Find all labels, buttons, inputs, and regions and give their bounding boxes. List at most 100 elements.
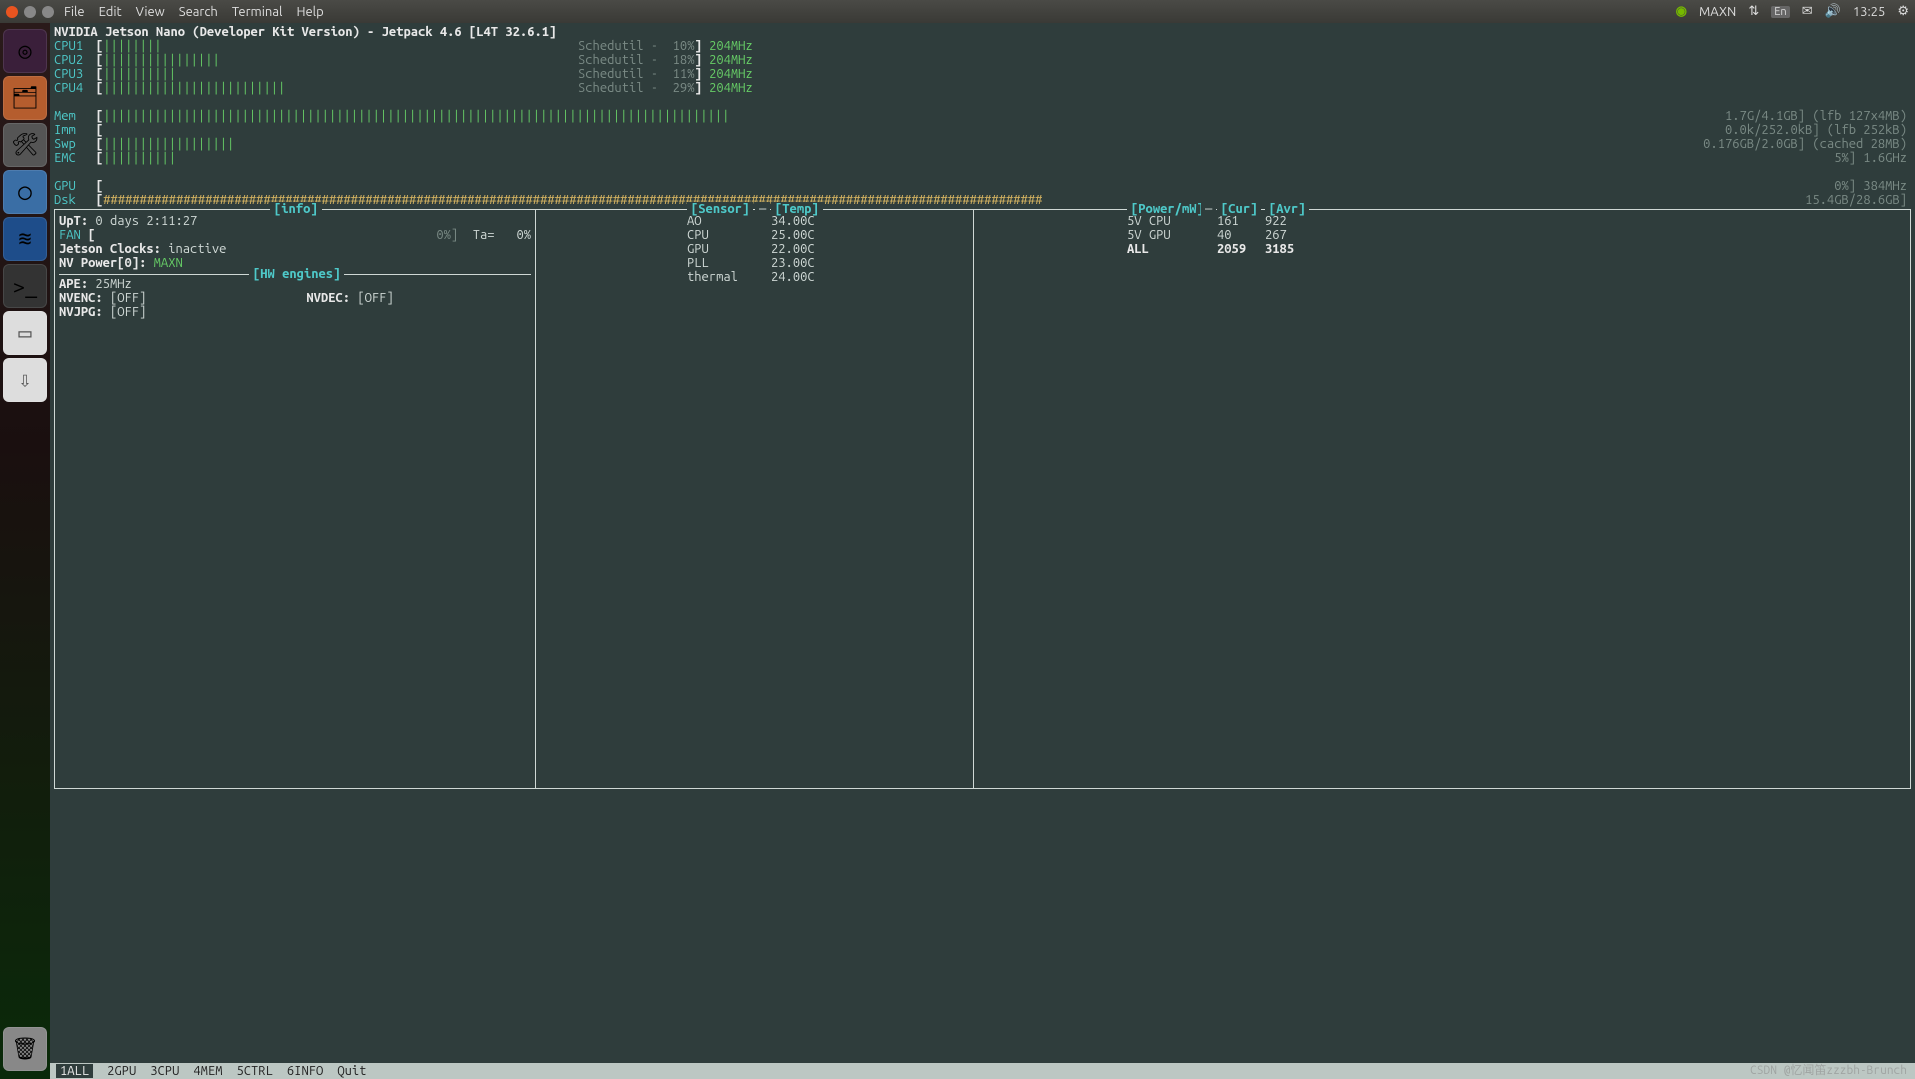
cpu-gov: Schedutil [578, 39, 644, 53]
swp-label: Swp [54, 137, 96, 151]
launcher: ◎ 🗂 🛠 ◯ ≋ >_ ▭ ⇩ 🗑 [0, 23, 50, 1079]
cpu-gov: Schedutil [578, 53, 644, 67]
ape-label: APE: [59, 277, 88, 291]
hw-engines-divider: [HW engines] [59, 274, 531, 275]
sensor-name: PLL [687, 256, 771, 270]
power-mode-indicator[interactable]: MAXN [1699, 5, 1736, 19]
cpu-gov: Schedutil [578, 81, 644, 95]
sensor-temp: 34.00C [771, 214, 815, 228]
menu-edit[interactable]: Edit [99, 5, 122, 19]
uptime-value: 0 days 2:11:27 [95, 214, 197, 228]
status-bar: 1ALL 2GPU 3CPU 4MEM 5CTRL 6INFO Quit CSD… [50, 1063, 1915, 1079]
nvdec-value: [OFF] [357, 291, 393, 305]
fan-label: FAN [59, 228, 81, 242]
uptime-label: UpT: [59, 214, 88, 228]
minimize-icon[interactable] [24, 6, 36, 18]
launcher-usb-icon[interactable]: ⇩ [3, 358, 47, 402]
cpu-freq: 204MHz [709, 81, 753, 95]
power-name: 5V CPU [1127, 214, 1217, 228]
network-icon[interactable]: ⇅ [1748, 4, 1759, 19]
ape-value: 25MHz [95, 277, 131, 291]
cpu-pct: 10% [673, 39, 695, 53]
dsk-label: Dsk [54, 193, 96, 207]
nvidia-icon[interactable]: ◉ [1676, 4, 1687, 19]
cpu-label: CPU4 [54, 81, 96, 95]
sensor-name: GPU [687, 242, 771, 256]
cpu-bar: |||||||||| [103, 67, 176, 81]
volume-icon[interactable]: 🔊 [1825, 4, 1841, 19]
power-pane: 5V CPU1619225V GPU40267ALL20593185 [1127, 214, 1294, 256]
pane-divider-1 [535, 209, 536, 789]
power-cur: 161 [1217, 214, 1265, 228]
sensor-name: thermal [687, 270, 771, 284]
panes-frame: [info] [Sensor] — [Temp] [Power/mW] — [C… [54, 209, 1911, 789]
gear-icon[interactable]: ⚙ [1897, 4, 1909, 19]
swp-right: 0.176GB/2.0GB] (cached 28MB) [1703, 137, 1907, 151]
power-cur: 40 [1217, 228, 1265, 242]
sensor-temp: 22.00C [771, 242, 815, 256]
power-name: 5V GPU [1127, 228, 1217, 242]
launcher-settings-icon[interactable]: 🛠 [3, 123, 47, 167]
jetson-clocks-label: Jetson Clocks: [59, 242, 161, 256]
nvjpg-label: NVJPG: [59, 305, 103, 319]
tab-info[interactable]: 6INFO [287, 1064, 323, 1078]
launcher-disk-icon[interactable]: ▭ [3, 311, 47, 355]
cpu-pct: 18% [673, 53, 695, 67]
tab-all[interactable]: 1ALL [56, 1064, 93, 1078]
imm-right: 0.0k/252.0kB] (lfb 252kB) [1725, 123, 1907, 137]
terminal[interactable]: NVIDIA Jetson Nano (Developer Kit Versio… [50, 23, 1915, 1079]
tab-ctrl[interactable]: 5CTRL [237, 1064, 273, 1078]
mem-bar: ||||||||||||||||||||||||||||||||||||||||… [103, 109, 729, 123]
menu-terminal[interactable]: Terminal [232, 5, 283, 19]
power-avr: 3185 [1265, 242, 1294, 256]
jtop-title: NVIDIA Jetson Nano (Developer Kit Versio… [54, 25, 1911, 39]
ta-label: Ta= [473, 228, 495, 242]
cpu-bar: ||||||||||||||||||||||||| [103, 81, 285, 95]
menu-help[interactable]: Help [296, 5, 323, 19]
pane-divider-2 [973, 209, 974, 789]
launcher-chromium-icon[interactable]: ◯ [3, 170, 47, 214]
launcher-dash-icon[interactable]: ◎ [3, 29, 47, 73]
maximize-icon[interactable] [42, 6, 54, 18]
fan-pct: 0%] [436, 228, 458, 242]
tab-gpu[interactable]: 2GPU [107, 1064, 136, 1078]
hw-engines-label: [HW engines] [249, 267, 344, 281]
emc-right: 5%] 1.6GHz [1834, 151, 1907, 165]
nvenc-value: [OFF] [110, 291, 146, 305]
power-name: ALL [1127, 242, 1217, 256]
tab-quit[interactable]: Quit [337, 1064, 366, 1078]
launcher-terminal-icon[interactable]: >_ [3, 264, 47, 308]
cpu-label: CPU3 [54, 67, 96, 81]
close-icon[interactable] [6, 6, 18, 18]
cpu-bar: |||||||||||||||| [103, 53, 219, 67]
clock[interactable]: 13:25 [1853, 5, 1886, 19]
cpu-freq: 204MHz [709, 53, 753, 67]
keyboard-layout-indicator[interactable]: En [1771, 6, 1789, 18]
nvenc-label: NVENC: [59, 291, 103, 305]
launcher-vscode-icon[interactable]: ≋ [3, 217, 47, 261]
cpu-freq: 204MHz [709, 67, 753, 81]
launcher-files-icon[interactable]: 🗂 [3, 76, 47, 120]
tab-mem[interactable]: 4MEM [193, 1064, 222, 1078]
mail-icon[interactable]: ✉ [1802, 4, 1813, 19]
sensor-name: CPU [687, 228, 771, 242]
dsk-bar: ########################################… [103, 193, 1042, 207]
menu-search[interactable]: Search [179, 5, 218, 19]
menu-file[interactable]: File [64, 5, 85, 19]
power-avr: 922 [1265, 214, 1287, 228]
sensor-pane: AO34.00CCPU25.00CGPU22.00CPLL23.00Ctherm… [687, 214, 815, 284]
menu-view[interactable]: View [136, 5, 165, 19]
mem-right: 1.7G/4.1GB] (lfb 127x4MB) [1725, 109, 1907, 123]
nvjpg-value: [OFF] [110, 305, 146, 319]
launcher-trash-icon[interactable]: 🗑 [3, 1027, 47, 1071]
nvpower-label: NV Power[0]: [59, 256, 146, 270]
cpu-pct: 29% [673, 81, 695, 95]
power-cur: 2059 [1217, 242, 1265, 256]
menu-items: File Edit View Search Terminal Help [64, 5, 324, 19]
tab-cpu[interactable]: 3CPU [150, 1064, 179, 1078]
nvdec-label: NVDEC: [306, 291, 350, 305]
cpu-freq: 204MHz [709, 39, 753, 53]
gpu-right: 0%] 384MHz [1834, 179, 1907, 193]
sensor-temp: 24.00C [771, 270, 815, 284]
cpu-pct: 11% [673, 67, 695, 81]
